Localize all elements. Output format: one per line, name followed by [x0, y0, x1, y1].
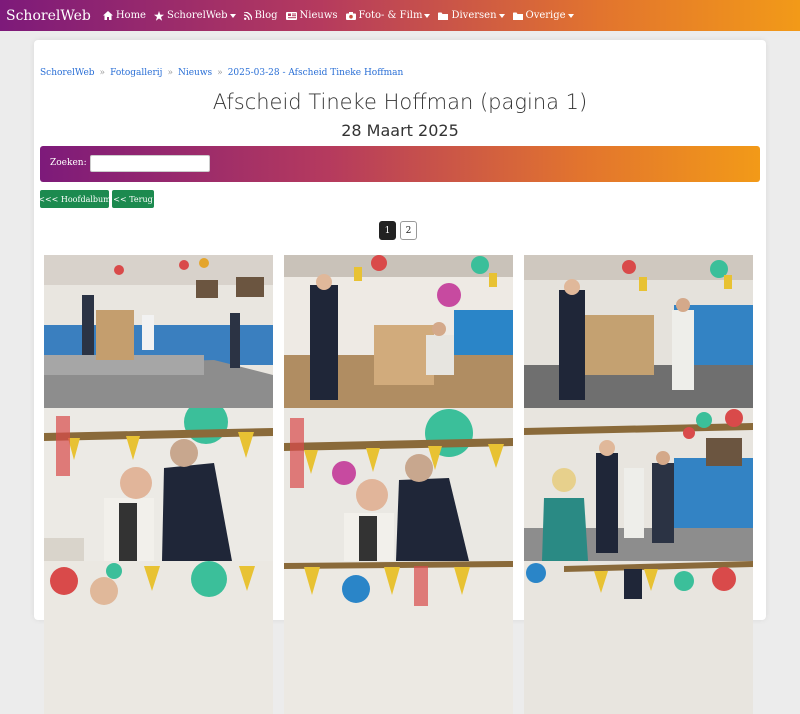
page-title: Afscheid Tineke Hoffman (pagina 1) — [212, 90, 588, 114]
nav-schorelweb-dropdown[interactable]: SchorelWeb — [153, 10, 236, 21]
breadcrumb: SchorelWeb » Fotogallerij » Nieuws » 2025-03-2… — [40, 68, 403, 78]
nav-diversen-label: Diversen — [451, 10, 497, 21]
breadcrumb-separator: » — [217, 68, 223, 78]
nav-foto-film-label: Foto- & Film — [358, 10, 423, 21]
breadcrumb-link-gallery[interactable]: Fotogallerij — [110, 68, 162, 78]
chevron-down-icon — [498, 13, 505, 18]
home-icon — [102, 11, 113, 20]
nav-blog[interactable]: Blog — [243, 10, 278, 21]
nav-foto-film-dropdown[interactable]: Foto- & Film — [345, 10, 431, 21]
photo-thumbnail[interactable] — [284, 255, 513, 408]
chevron-down-icon — [229, 13, 236, 18]
nav-home[interactable]: Home — [102, 10, 146, 21]
nav-blog-label: Blog — [254, 10, 278, 21]
brand-link[interactable]: SchorelWeb — [6, 8, 91, 24]
nav-diversen-dropdown[interactable]: Diversen — [438, 10, 505, 21]
breadcrumb-separator: » — [99, 68, 106, 78]
photo-thumbnail[interactable] — [524, 561, 753, 714]
nav-home-label: Home — [115, 10, 146, 21]
star-icon — [153, 10, 164, 21]
rss-icon — [243, 11, 252, 20]
chevron-down-icon — [567, 13, 574, 18]
newspaper-icon — [285, 11, 297, 20]
breadcrumb-link-home[interactable]: SchorelWeb — [40, 68, 95, 78]
photo-thumbnail[interactable] — [524, 408, 753, 561]
back-button[interactable]: << Terug — [112, 190, 154, 208]
page-1-button[interactable]: 1 — [379, 221, 396, 240]
page-subtitle: 28 Maart 2025 — [341, 121, 459, 140]
camera-icon — [345, 11, 356, 20]
folder-icon — [438, 12, 449, 20]
photo-thumbnail[interactable] — [44, 561, 273, 714]
search-input[interactable] — [90, 155, 210, 172]
nav-overige-label: Overige — [525, 10, 566, 21]
breadcrumb-link-album[interactable]: 2025-03-28 - Afscheid Tineke Hoffman — [228, 68, 404, 78]
nav-nieuws-label: Nieuws — [299, 10, 338, 21]
search-bar: Zoeken: — [40, 146, 760, 182]
photo-thumbnail[interactable] — [44, 408, 273, 561]
photo-thumbnail[interactable] — [524, 255, 753, 408]
nav-nieuws[interactable]: Nieuws — [285, 10, 338, 21]
nav-overige-dropdown[interactable]: Overige — [512, 10, 574, 21]
search-label: Zoeken: — [50, 158, 87, 168]
page-2-button[interactable]: 2 — [400, 221, 417, 240]
photo-thumbnail[interactable] — [284, 561, 513, 714]
nav-schorelweb-label: SchorelWeb — [166, 10, 228, 21]
breadcrumb-separator: » — [167, 68, 173, 78]
chevron-down-icon — [424, 13, 431, 18]
album-card: SchorelWeb » Fotogallerij » Nieuws » 2025-03-2… — [34, 40, 766, 714]
breadcrumb-link-nieuws[interactable]: Nieuws — [178, 68, 212, 78]
photo-thumbnail[interactable] — [284, 408, 513, 561]
navbar: SchorelWeb Home SchorelWeb Blog Nieuws F… — [0, 0, 800, 31]
photo-thumbnail[interactable] — [44, 255, 273, 408]
main-album-button[interactable]: <<< Hoofdalbum — [38, 190, 111, 208]
folder-icon — [512, 12, 523, 20]
